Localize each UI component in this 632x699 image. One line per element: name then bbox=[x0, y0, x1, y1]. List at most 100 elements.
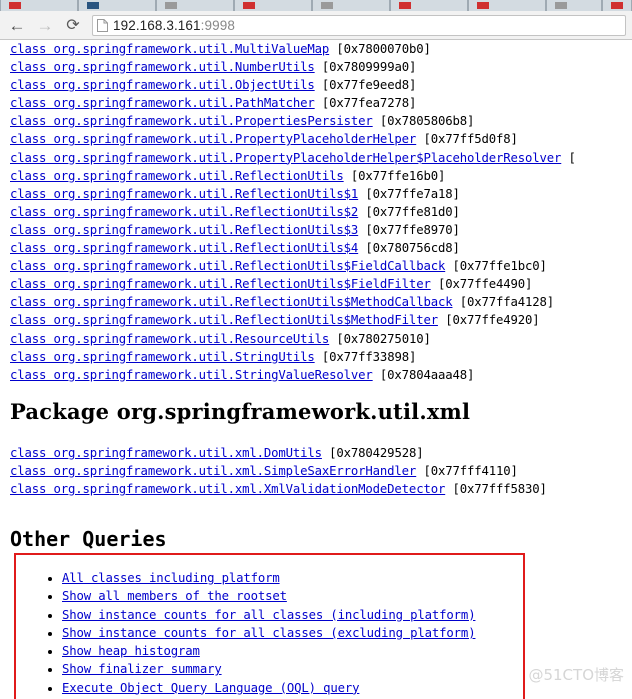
class-link[interactable]: class org.springframework.util.Reflectio… bbox=[10, 259, 445, 273]
watermark: @51CTO博客 bbox=[528, 664, 624, 685]
class-address: [0x77ffe1bc0] bbox=[445, 259, 547, 273]
tab-favicon-icon bbox=[243, 2, 255, 9]
class-entry: class org.springframework.util.xml.DomUt… bbox=[10, 444, 632, 462]
class-link[interactable]: class org.springframework.util.Reflectio… bbox=[10, 187, 358, 201]
class-entry: class org.springframework.util.Reflectio… bbox=[10, 311, 632, 329]
page-document-icon bbox=[97, 19, 108, 32]
query-list-item: Show finalizer summary bbox=[62, 660, 523, 678]
class-link[interactable]: class org.springframework.util.ResourceU… bbox=[10, 332, 329, 346]
class-entry: class org.springframework.util.StringUti… bbox=[10, 348, 632, 366]
class-link[interactable]: class org.springframework.util.NumberUti… bbox=[10, 60, 315, 74]
class-entry: class org.springframework.util.Reflectio… bbox=[10, 275, 632, 293]
other-queries-heading: Other Queries bbox=[10, 527, 167, 551]
class-address: [0x77fea7278] bbox=[315, 96, 417, 110]
package-xml-heading: Package org.springframework.util.xml bbox=[10, 399, 470, 424]
class-link[interactable]: class org.springframework.util.Reflectio… bbox=[10, 241, 358, 255]
query-list-item: Show instance counts for all classes (in… bbox=[62, 606, 523, 624]
class-link[interactable]: class org.springframework.util.xml.XmlVa… bbox=[10, 482, 445, 496]
browser-tab[interactable] bbox=[602, 0, 632, 11]
tab-favicon-icon bbox=[165, 2, 177, 9]
class-link[interactable]: class org.springframework.util.xml.Simpl… bbox=[10, 464, 416, 478]
browser-tab[interactable] bbox=[156, 0, 234, 11]
class-link[interactable]: class org.springframework.util.Reflectio… bbox=[10, 205, 358, 219]
class-address: [0x77ff33898] bbox=[315, 350, 417, 364]
class-link[interactable]: class org.springframework.util.PathMatch… bbox=[10, 96, 315, 110]
class-address: [0x77ffe7a18] bbox=[358, 187, 460, 201]
class-link[interactable]: class org.springframework.util.ObjectUti… bbox=[10, 78, 315, 92]
class-entry: class org.springframework.util.Reflectio… bbox=[10, 203, 632, 221]
query-link[interactable]: All classes including platform bbox=[62, 571, 280, 585]
tab-favicon-icon bbox=[477, 2, 489, 9]
url-host: 192.168.3.161 bbox=[113, 18, 201, 33]
query-link[interactable]: Execute Object Query Language (OQL) quer… bbox=[62, 681, 359, 695]
class-address: [0x77ff5d0f8] bbox=[416, 132, 518, 146]
tab-favicon-icon bbox=[87, 2, 99, 9]
query-link[interactable]: Show heap histogram bbox=[62, 644, 200, 658]
class-entry: class org.springframework.util.MultiValu… bbox=[10, 40, 632, 58]
query-list-item: Show all members of the rootset bbox=[62, 587, 523, 605]
page-content: class org.springframework.util.MultiValu… bbox=[0, 40, 632, 699]
address-bar[interactable]: 192.168.3.161:9998 bbox=[92, 15, 626, 36]
class-entry: class org.springframework.util.Reflectio… bbox=[10, 221, 632, 239]
class-address: [0x77fff5830] bbox=[445, 482, 547, 496]
class-link[interactable]: class org.springframework.util.Reflectio… bbox=[10, 313, 438, 327]
tab-strip[interactable] bbox=[0, 0, 632, 11]
class-link[interactable]: class org.springframework.util.Reflectio… bbox=[10, 223, 358, 237]
class-entry: class org.springframework.util.Reflectio… bbox=[10, 257, 632, 275]
query-list-item: Show instance counts for all classes (ex… bbox=[62, 624, 523, 642]
query-link[interactable]: Show all members of the rootset bbox=[62, 589, 287, 603]
class-address: [0x7800070b0] bbox=[329, 42, 431, 56]
util-class-list: class org.springframework.util.MultiValu… bbox=[10, 40, 632, 384]
class-link[interactable]: class org.springframework.util.PropertyP… bbox=[10, 132, 416, 146]
class-link[interactable]: class org.springframework.util.Propertie… bbox=[10, 114, 373, 128]
class-address: [0x77ffe81d0] bbox=[358, 205, 460, 219]
browser-tab[interactable] bbox=[546, 0, 602, 11]
class-entry: class org.springframework.util.Propertie… bbox=[10, 112, 632, 130]
url-port: :9998 bbox=[201, 18, 235, 33]
query-list-item: Execute Object Query Language (OQL) quer… bbox=[62, 679, 523, 697]
class-link[interactable]: class org.springframework.util.StringVal… bbox=[10, 368, 373, 382]
class-link[interactable]: class org.springframework.util.Reflectio… bbox=[10, 169, 344, 183]
browser-tab[interactable] bbox=[312, 0, 390, 11]
class-link[interactable]: class org.springframework.util.Reflectio… bbox=[10, 295, 452, 309]
browser-tab[interactable] bbox=[78, 0, 156, 11]
class-address: [0x7804aaa48] bbox=[373, 368, 475, 382]
class-address: [0x77fe9eed8] bbox=[315, 78, 417, 92]
query-list-item: All classes including platform bbox=[62, 569, 523, 587]
class-entry: class org.springframework.util.ResourceU… bbox=[10, 330, 632, 348]
other-queries-list: All classes including platform Show all m… bbox=[16, 555, 523, 697]
forward-button[interactable]: → bbox=[32, 13, 58, 38]
class-address: [0x77ffa4128] bbox=[452, 295, 554, 309]
browser-tab[interactable] bbox=[390, 0, 468, 11]
class-link[interactable]: class org.springframework.util.MultiValu… bbox=[10, 42, 329, 56]
class-entry: class org.springframework.util.PathMatch… bbox=[10, 94, 632, 112]
class-link[interactable]: class org.springframework.util.PropertyP… bbox=[10, 151, 561, 165]
class-link[interactable]: class org.springframework.util.Reflectio… bbox=[10, 277, 431, 291]
class-entry: class org.springframework.util.xml.XmlVa… bbox=[10, 480, 632, 498]
url-text: 192.168.3.161:9998 bbox=[113, 18, 235, 33]
query-link[interactable]: Show finalizer summary bbox=[62, 662, 222, 676]
browser-tab[interactable] bbox=[468, 0, 546, 11]
browser-chrome: ← → ⟳ 192.168.3.161:9998 bbox=[0, 0, 632, 40]
reload-button[interactable]: ⟳ bbox=[60, 13, 86, 38]
class-address: [0x7809999a0] bbox=[315, 60, 417, 74]
class-entry: class org.springframework.util.Reflectio… bbox=[10, 293, 632, 311]
class-entry: class org.springframework.util.Reflectio… bbox=[10, 167, 632, 185]
tab-favicon-icon bbox=[9, 2, 21, 9]
class-address: [0x7805806b8] bbox=[373, 114, 475, 128]
class-address: [0x780756cd8] bbox=[358, 241, 460, 255]
query-link[interactable]: Show instance counts for all classes (in… bbox=[62, 608, 475, 622]
class-entry: class org.springframework.util.xml.Simpl… bbox=[10, 462, 632, 480]
class-entry: class org.springframework.util.PropertyP… bbox=[10, 130, 632, 148]
back-button[interactable]: ← bbox=[4, 13, 30, 38]
class-address: [0x780275010] bbox=[329, 332, 431, 346]
class-link[interactable]: class org.springframework.util.xml.DomUt… bbox=[10, 446, 322, 460]
xml-class-list: class org.springframework.util.xml.DomUt… bbox=[10, 444, 632, 498]
browser-tab[interactable] bbox=[0, 0, 78, 11]
class-entry: class org.springframework.util.PropertyP… bbox=[10, 149, 632, 167]
class-link[interactable]: class org.springframework.util.StringUti… bbox=[10, 350, 315, 364]
tab-favicon-icon bbox=[321, 2, 333, 9]
browser-tab[interactable] bbox=[234, 0, 312, 11]
tab-favicon-icon bbox=[611, 2, 623, 9]
query-link[interactable]: Show instance counts for all classes (ex… bbox=[62, 626, 475, 640]
